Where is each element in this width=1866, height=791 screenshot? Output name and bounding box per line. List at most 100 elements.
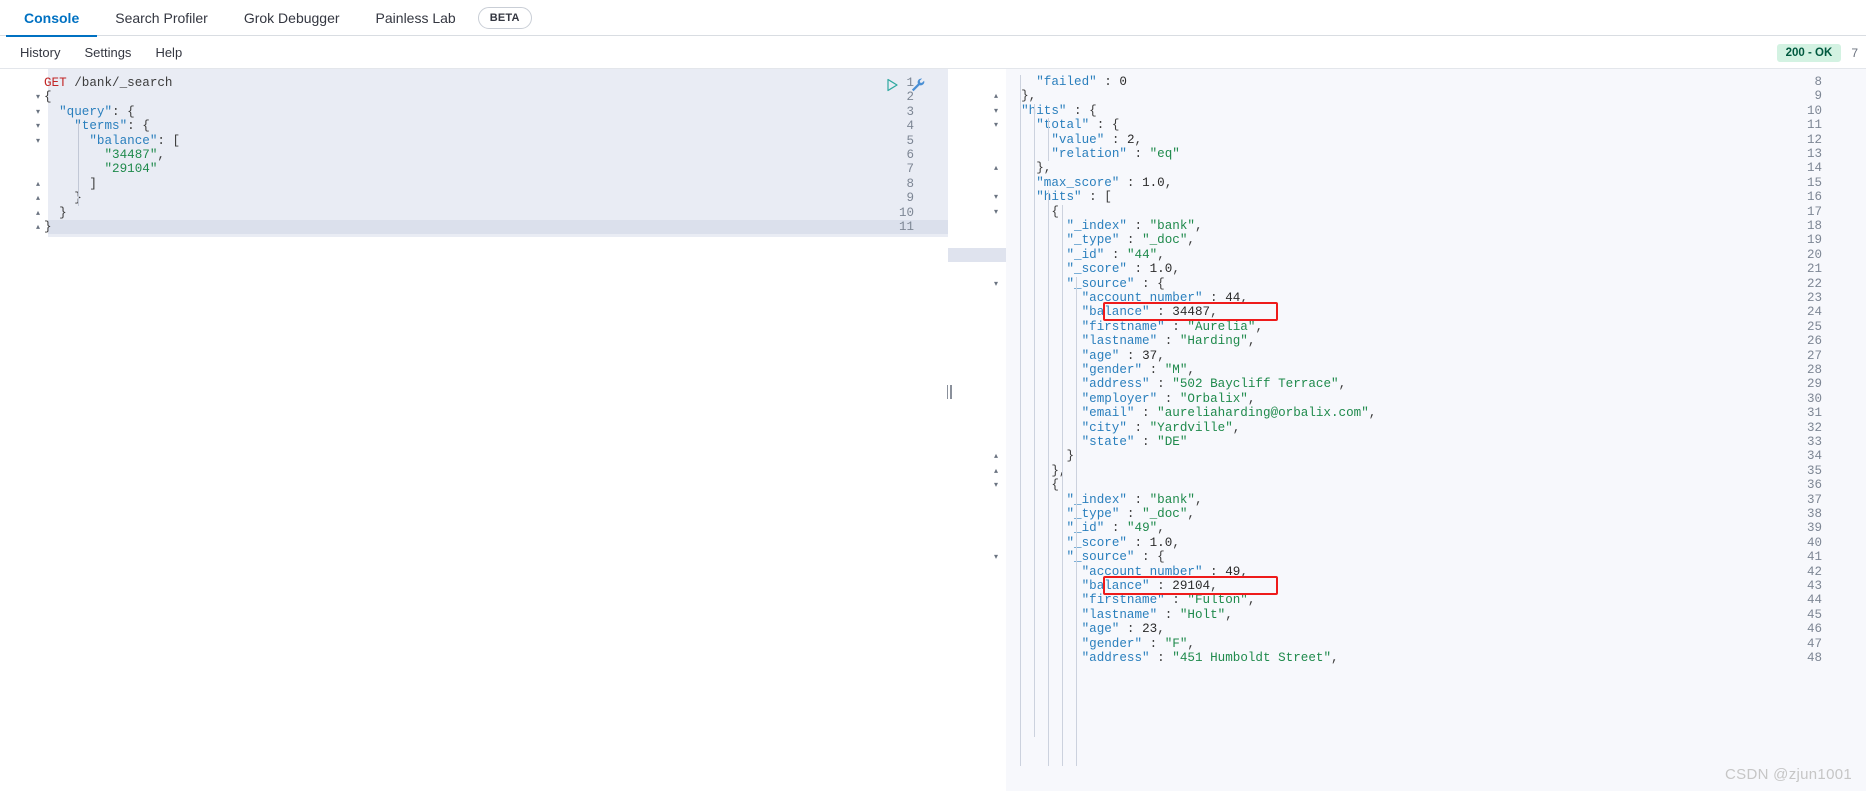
code-line[interactable]: "account_number" : 44, [1006,291,1248,305]
code-token: "hits" [1021,103,1067,118]
fold-toggle-icon[interactable]: ▾ [994,190,998,204]
line-number: 9 [906,191,914,206]
code-line[interactable]: "account_number" : 49, [1006,565,1248,579]
code-token: , [1134,132,1143,147]
code-line[interactable]: "failed" : 0 [1006,75,1127,89]
code-line[interactable]: "lastname" : "Holt", [1006,608,1233,622]
code-line[interactable]: "_source" : { [1006,550,1164,564]
code-token: "firstname" [1081,319,1165,334]
code-line[interactable]: "age" : 23, [1006,622,1165,636]
fold-toggle-icon[interactable]: ▴ [36,206,40,220]
response-pane[interactable]: 8 "failed" : 0 9 ▴ }, 10 ▾ "hits" : {11 ▾ "to… [948,69,1866,791]
toolbar-item-help[interactable]: Help [143,45,194,60]
request-editor-pane[interactable]: 1 GET /bank/_search 2 ▾{3 ▾ "query": {4 ▾ "te… [0,69,948,791]
code-line[interactable]: "relation" : "eq" [1006,147,1180,161]
fold-toggle-icon[interactable]: ▾ [994,104,998,118]
fold-toggle-icon[interactable]: ▾ [36,119,40,133]
code-line[interactable]: }, [1006,464,1066,478]
code-line[interactable]: { [1006,205,1059,219]
code-line[interactable]: } [44,206,67,220]
tab-search-profiler[interactable]: Search Profiler [97,0,226,36]
code-line[interactable]: "city" : "Yardville", [1006,420,1241,435]
code-line[interactable]: "age" : 37, [1006,349,1165,363]
fold-toggle-icon[interactable]: ▾ [994,277,998,291]
play-icon[interactable] [884,77,900,93]
code-token: "49" [1126,521,1158,536]
fold-toggle-icon[interactable]: ▴ [994,161,998,175]
code-line[interactable]: "employer" : "Orbalix", [1006,392,1256,406]
fold-toggle-icon[interactable]: ▾ [994,205,998,219]
code-token: "city" [1081,420,1127,435]
code-token: : [ [1081,190,1112,205]
code-line[interactable]: "_source" : { [1006,276,1165,291]
wrench-icon[interactable] [910,77,926,93]
code-line[interactable]: "_id" : "49", [1006,521,1164,536]
code-token: "state" [1081,435,1135,449]
code-line[interactable]: "value" : 2, [1006,133,1142,147]
code-line[interactable]: "total" : { [1006,118,1119,132]
toolbar-item-history[interactable]: History [8,45,72,60]
code-token: : [1119,622,1143,637]
code-line[interactable]: "_score" : 1.0, [1006,536,1179,550]
code-token: "age" [1081,348,1120,363]
fold-toggle-icon[interactable]: ▾ [994,478,998,492]
code-line[interactable]: "_index" : "bank", [1006,493,1202,507]
tab-console[interactable]: Console [6,0,98,37]
code-token: 1.0 [1149,262,1173,277]
code-line[interactable]: "hits" : [ [1006,190,1112,204]
fold-toggle-icon[interactable]: ▴ [994,89,998,103]
code-token: 37 [1142,348,1158,363]
code-line[interactable]: } [44,220,52,234]
fold-toggle-icon[interactable]: ▴ [36,220,40,234]
code-line[interactable]: "firstname" : "Fulton", [1006,593,1256,607]
code-token: : { [1134,276,1165,291]
code-line[interactable]: { [44,90,52,104]
code-line[interactable]: "query": { [44,105,135,119]
code-token: "balance" [1081,305,1150,320]
code-line[interactable]: }, [1006,89,1036,103]
code-line[interactable]: "address" : "502 Baycliff Terrace", [1006,377,1347,392]
fold-toggle-icon[interactable]: ▴ [994,464,998,478]
toolbar-item-settings[interactable]: Settings [72,45,143,60]
code-line[interactable]: "max_score" : 1.0, [1006,176,1172,190]
code-token: 34487 [1172,305,1211,320]
code-line[interactable]: "_index" : "bank", [1006,219,1202,233]
fold-toggle-icon[interactable]: ▾ [36,105,40,119]
code-line[interactable]: "firstname" : "Aurelia", [1006,320,1263,334]
pane-resize-handle[interactable] [944,384,954,400]
code-line[interactable]: "address" : "451 Humboldt Street", [1006,651,1339,665]
tab-painless-lab[interactable]: Painless Lab [358,0,474,36]
fold-toggle-icon[interactable]: ▴ [36,191,40,205]
code-line[interactable]: "terms": { [44,119,150,133]
tab-grok-debugger[interactable]: Grok Debugger [226,0,358,36]
code-line[interactable]: "_id" : "44", [1006,248,1164,262]
code-line[interactable]: "29104" [44,162,157,176]
code-line[interactable]: ] [44,177,97,191]
code-line[interactable]: "lastname" : "Harding", [1006,334,1256,348]
code-line[interactable]: } [1006,449,1074,463]
code-line[interactable]: GET /bank/_search [44,76,173,90]
watermark-text: CSDN @zjun1001 [1725,766,1852,783]
code-line[interactable]: "34487", [44,148,164,162]
code-token: , [1368,406,1377,421]
code-token: "502 Baycliff Terrace" [1172,377,1339,392]
code-token: "451 Humboldt Street" [1172,651,1332,665]
code-line[interactable]: }, [1006,161,1051,175]
fold-toggle-icon[interactable]: ▾ [36,90,40,104]
code-line[interactable]: } [44,191,82,205]
code-line[interactable]: { [1006,478,1059,492]
fold-toggle-icon[interactable]: ▾ [994,550,998,564]
fold-toggle-icon[interactable]: ▾ [994,118,998,132]
fold-toggle-icon[interactable]: ▴ [994,449,998,463]
code-line[interactable]: "balance" : 29104, [1006,579,1218,593]
code-line[interactable]: "balance" : 34487, [1006,305,1218,319]
code-line[interactable]: "_score" : 1.0, [1006,262,1179,277]
fold-toggle-icon[interactable]: ▴ [36,177,40,191]
code-line[interactable]: "balance": [ [44,134,180,148]
fold-toggle-icon[interactable]: ▾ [36,134,40,148]
